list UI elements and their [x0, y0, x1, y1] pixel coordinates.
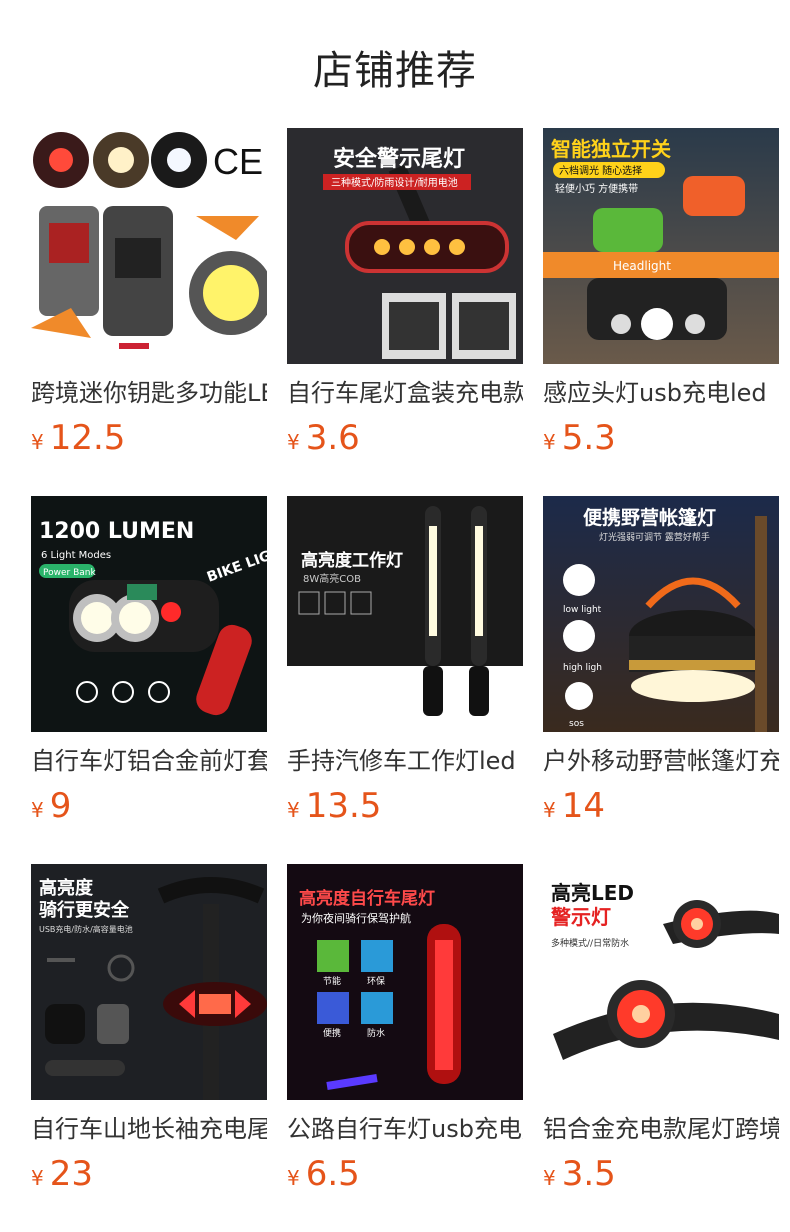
- price-value: 14: [561, 786, 605, 826]
- svg-text:灯光强弱可调节 露营好帮手: 灯光强弱可调节 露营好帮手: [599, 531, 710, 543]
- currency-symbol: ¥: [543, 430, 556, 454]
- product-price: ¥6.5: [287, 1154, 523, 1194]
- price-value: 23: [49, 1154, 93, 1194]
- svg-text:智能独立开关: 智能独立开关: [551, 137, 671, 161]
- svg-text:防水: 防水: [367, 1027, 385, 1039]
- svg-text:便携野营帐篷灯: 便携野营帐篷灯: [583, 506, 716, 529]
- svg-text:Power Bank: Power Bank: [43, 568, 96, 578]
- product-image[interactable]: 安全警示尾灯 三种模式/防雨设计/耐用电池: [287, 128, 523, 364]
- product-price: ¥23: [31, 1154, 267, 1194]
- svg-text:六档调光 随心选择: 六档调光 随心选择: [559, 164, 642, 177]
- product-card[interactable]: 安全警示尾灯 三种模式/防雨设计/耐用电池 自行车尾灯盒装充电款 ¥3.6: [287, 128, 523, 458]
- svg-text:Headlight: Headlight: [613, 259, 671, 273]
- product-card[interactable]: 高亮度 骑行更安全 USB充电/防水/高容量电池 自行车山地长袖充电尾灯 ¥23: [31, 864, 267, 1194]
- svg-text:三种模式/防雨设计/耐用电池: 三种模式/防雨设计/耐用电池: [331, 176, 458, 189]
- product-name[interactable]: 户外移动野营帐篷灯充电: [543, 746, 779, 776]
- currency-symbol: ¥: [543, 798, 556, 822]
- product-card[interactable]: 智能独立开关 六档调光 随心选择 轻便小巧 方便携带 Headlight 感应头…: [543, 128, 779, 458]
- product-name[interactable]: 自行车灯铝合金前灯套装: [31, 746, 267, 776]
- product-name[interactable]: 跨境迷你钥匙多功能LED手电筒: [31, 378, 267, 408]
- product-card[interactable]: 高亮度工作灯 8W高亮COB 手持汽修车工作灯led ¥13.5: [287, 496, 523, 826]
- svg-text:8W高亮COB: 8W高亮COB: [303, 572, 361, 585]
- product-price: ¥9: [31, 786, 267, 826]
- price-value: 5.3: [561, 418, 616, 458]
- page-title: 店铺推荐: [313, 48, 477, 94]
- product-name[interactable]: 公路自行车灯usb充电尾灯: [287, 1114, 523, 1144]
- product-price: ¥12.5: [31, 418, 267, 458]
- product-image[interactable]: CE: [31, 128, 267, 364]
- product-price: ¥13.5: [287, 786, 523, 826]
- product-name[interactable]: 手持汽修车工作灯led: [287, 746, 523, 776]
- product-card[interactable]: 高亮LED 警示灯 多种模式//日常防水 铝合金充电款尾灯跨境 ¥3.5: [543, 864, 779, 1194]
- product-name[interactable]: 自行车尾灯盒装充电款: [287, 378, 523, 408]
- product-card[interactable]: 高亮度自行车尾灯 为你夜间骑行保驾护航 节能 环保 便携 防水 公路自行车灯us…: [287, 864, 523, 1194]
- price-value: 13.5: [305, 786, 382, 826]
- product-card[interactable]: 1200 LUMEN 6 Light Modes Power Bank BIKE…: [31, 496, 267, 826]
- product-image[interactable]: 高亮度自行车尾灯 为你夜间骑行保驾护航 节能 环保 便携 防水: [287, 864, 523, 1100]
- svg-text:高亮LED: 高亮LED: [551, 881, 634, 905]
- currency-symbol: ¥: [31, 798, 44, 822]
- svg-text:low light: low light: [563, 605, 602, 615]
- svg-text:警示灯: 警示灯: [551, 905, 611, 929]
- svg-text:骑行更安全: 骑行更安全: [39, 899, 130, 921]
- product-image[interactable]: 智能独立开关 六档调光 随心选择 轻便小巧 方便携带 Headlight: [543, 128, 779, 364]
- product-price: ¥3.5: [543, 1154, 779, 1194]
- currency-symbol: ¥: [287, 1166, 300, 1190]
- price-value: 6.5: [305, 1154, 360, 1194]
- product-price: ¥14: [543, 786, 779, 826]
- svg-text:高亮度自行车尾灯: 高亮度自行车尾灯: [299, 888, 435, 909]
- product-card[interactable]: 便携野营帐篷灯 灯光强弱可调节 露营好帮手 low light high lig…: [543, 496, 779, 826]
- svg-text:6 Light Modes: 6 Light Modes: [41, 550, 111, 561]
- product-image[interactable]: 1200 LUMEN 6 Light Modes Power Bank BIKE…: [31, 496, 267, 732]
- price-value: 9: [49, 786, 72, 826]
- product-image[interactable]: 高亮LED 警示灯 多种模式//日常防水: [543, 864, 779, 1100]
- currency-symbol: ¥: [31, 1166, 44, 1190]
- product-image[interactable]: 高亮度工作灯 8W高亮COB: [287, 496, 523, 732]
- currency-symbol: ¥: [31, 430, 44, 454]
- product-name[interactable]: 感应头灯usb充电led: [543, 378, 779, 408]
- product-image[interactable]: 便携野营帐篷灯 灯光强弱可调节 露营好帮手 low light high lig…: [543, 496, 779, 732]
- currency-symbol: ¥: [287, 798, 300, 822]
- price-value: 3.5: [561, 1154, 616, 1194]
- currency-symbol: ¥: [543, 1166, 556, 1190]
- svg-text:节能: 节能: [323, 975, 341, 987]
- product-name[interactable]: 自行车山地长袖充电尾灯: [31, 1114, 267, 1144]
- svg-text:环保: 环保: [367, 975, 385, 987]
- svg-text:安全警示尾灯: 安全警示尾灯: [333, 146, 465, 172]
- product-name[interactable]: 铝合金充电款尾灯跨境: [543, 1114, 779, 1144]
- svg-text:轻便小巧 方便携带: 轻便小巧 方便携带: [555, 182, 638, 195]
- svg-text:high ligh: high ligh: [563, 663, 602, 673]
- product-card[interactable]: CE 跨境迷你钥匙多功能LED手电筒 ¥12.5: [31, 128, 267, 458]
- product-price: ¥5.3: [543, 418, 779, 458]
- product-price: ¥3.6: [287, 418, 523, 458]
- svg-text:USB充电/防水/高容量电池: USB充电/防水/高容量电池: [39, 924, 133, 934]
- svg-text:便携: 便携: [323, 1027, 341, 1039]
- svg-text:1200 LUMEN: 1200 LUMEN: [39, 519, 194, 544]
- svg-text:为你夜间骑行保驾护航: 为你夜间骑行保驾护航: [301, 911, 411, 925]
- price-value: 3.6: [305, 418, 360, 458]
- svg-text:高亮度: 高亮度: [39, 877, 94, 899]
- svg-text:sos: sos: [569, 719, 584, 729]
- currency-symbol: ¥: [287, 430, 300, 454]
- product-image[interactable]: 高亮度 骑行更安全 USB充电/防水/高容量电池: [31, 864, 267, 1100]
- svg-text:CE: CE: [213, 141, 263, 182]
- svg-text:多种模式//日常防水: 多种模式//日常防水: [551, 937, 629, 949]
- svg-text:高亮度工作灯: 高亮度工作灯: [301, 550, 403, 571]
- price-value: 12.5: [49, 418, 126, 458]
